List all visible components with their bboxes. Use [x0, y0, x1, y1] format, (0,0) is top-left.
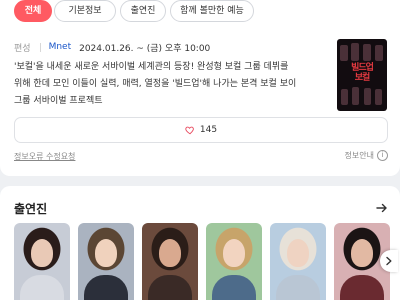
arrow-right-icon[interactable]	[376, 202, 388, 214]
figure-face	[31, 239, 53, 267]
cast-section-title: 출연진	[14, 202, 48, 216]
cast-member-photo[interactable]	[142, 223, 198, 300]
poster-figure	[375, 45, 383, 61]
tab-all[interactable]: 전체	[14, 0, 52, 22]
tab-cast[interactable]: 출연진	[120, 0, 166, 22]
channel-link[interactable]: Mnet	[49, 42, 72, 52]
program-description: '보컬'을 내세운 새로운 서바이벌 세계관의 등장! 완성형 보컬 그룹 데뷔…	[14, 62, 297, 106]
cast-member-photo[interactable]	[78, 223, 134, 300]
poster-figure	[375, 89, 382, 105]
tab-basic-info[interactable]: 기본정보	[54, 0, 116, 22]
figure-face	[351, 239, 373, 267]
divider	[39, 42, 41, 52]
program-info-card: 전체 기본정보 출연진 함께 볼만한 예능 편성 Mnet 2024.01.26…	[0, 0, 400, 176]
info-icon: i	[377, 150, 388, 161]
broadcast-info: 편성 Mnet 2024.01.26. ~ (금) 오후 10:00	[14, 40, 210, 54]
figure-face	[95, 239, 117, 267]
broadcast-datetime: 2024.01.26. ~ (금) 오후 10:00	[79, 43, 211, 54]
poster-figure	[340, 45, 348, 61]
poster-title: 빌드업 보컬	[351, 63, 374, 83]
poster-figure	[351, 43, 359, 61]
poster-figure	[352, 87, 359, 105]
broadcast-type-label: 편성	[14, 43, 31, 54]
cast-member-photo[interactable]	[270, 223, 326, 300]
like-count: 145	[199, 125, 218, 135]
figure-face	[287, 239, 309, 267]
poster-figure	[364, 88, 371, 105]
cast-card: 출연진	[0, 186, 400, 300]
report-error-link[interactable]: 정보오류 수정요청	[14, 151, 75, 162]
info-guide-label: 정보안내	[344, 151, 374, 160]
heart-icon	[185, 126, 194, 135]
figure-face	[159, 239, 181, 267]
next-button[interactable]	[380, 250, 398, 272]
tab-recommended-shows[interactable]: 함께 볼만한 예능	[170, 0, 254, 22]
cast-member-photo[interactable]	[14, 223, 70, 300]
poster-figure	[341, 89, 348, 105]
info-guide-link[interactable]: 정보안내 i	[345, 150, 388, 161]
poster-figure	[363, 44, 371, 61]
cast-member-photo[interactable]	[206, 223, 262, 300]
chevron-right-icon	[386, 256, 392, 266]
like-button[interactable]: 145	[14, 117, 388, 143]
figure-face	[223, 239, 245, 267]
program-poster[interactable]: 빌드업 보컬	[337, 39, 387, 111]
